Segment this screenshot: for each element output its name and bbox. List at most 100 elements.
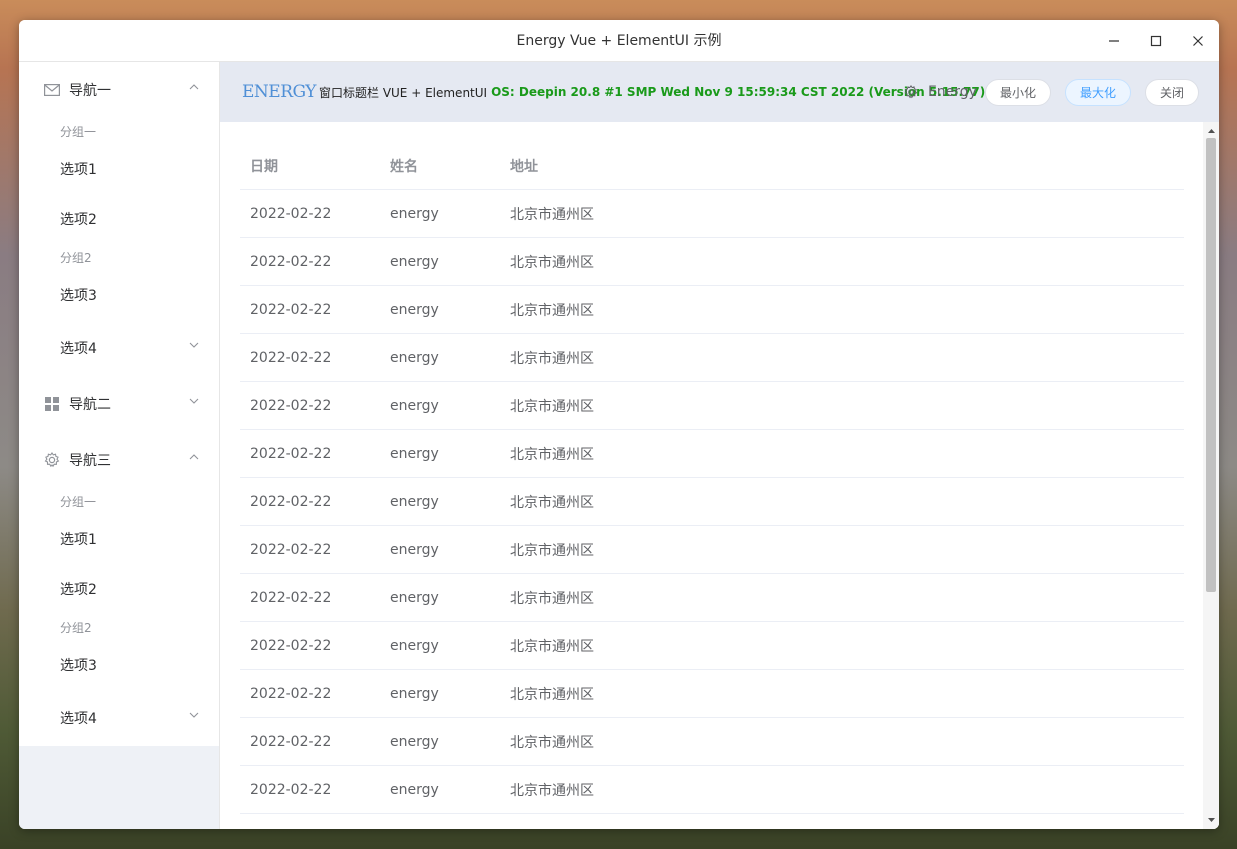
cell-date: 2022-02-22 <box>250 349 332 366</box>
table-row[interactable]: 2022-02-22 energy 北京市通州区 <box>240 286 1184 334</box>
scroll-down-icon[interactable] <box>1203 813 1219 827</box>
menu-item-option-3[interactable]: 选项3 <box>19 640 219 690</box>
table-row[interactable]: 2022-02-22 energy 北京市通州区 <box>240 478 1184 526</box>
menu-item-option-2[interactable]: 选项2 <box>19 194 219 244</box>
cell-address: 北京市通州区 <box>510 398 594 415</box>
header-label: 窗口标题栏 VUE + ElementUI <box>319 85 488 100</box>
chevron-down-icon <box>189 342 199 348</box>
chevron-up-icon <box>189 454 199 460</box>
chevron-down-icon <box>189 712 199 718</box>
cell-date: 2022-02-22 <box>250 205 332 222</box>
cell-name: energy <box>390 493 439 510</box>
cell-address: 北京市通州区 <box>510 206 594 223</box>
cell-address: 北京市通州区 <box>510 446 594 463</box>
scroll-up-icon[interactable] <box>1203 124 1219 138</box>
column-header-address[interactable]: 地址 <box>500 156 1184 176</box>
minimize-icon <box>1109 40 1119 42</box>
window-controls <box>1093 20 1219 62</box>
sidebar: 导航一 分组一 选项1 选项2 分组2 选项3 选项4 导航二 导航三 分组一 … <box>19 62 220 829</box>
user-name: Energy <box>927 84 977 100</box>
main-area: ENERGY 窗口标题栏 VUE + ElementUI OS: Deepin … <box>220 62 1219 829</box>
cell-address: 北京市通州区 <box>510 638 594 655</box>
mail-icon <box>43 81 61 99</box>
cell-name: energy <box>390 205 439 222</box>
table-header-row: 日期 姓名 地址 <box>240 142 1184 190</box>
app-header[interactable]: ENERGY 窗口标题栏 VUE + ElementUI OS: Deepin … <box>220 62 1219 122</box>
maximize-button[interactable]: 最大化 <box>1064 78 1131 106</box>
table-row[interactable]: 2022-02-22 energy 北京市通州区 <box>240 766 1184 814</box>
table-row[interactable]: 2022-02-22 energy 北京市通州区 <box>240 526 1184 574</box>
chevron-down-icon <box>189 398 199 404</box>
vertical-scrollbar[interactable] <box>1203 122 1219 829</box>
settings-gear-icon[interactable] <box>904 85 918 99</box>
cell-address: 北京市通州区 <box>510 494 594 511</box>
cell-address: 北京市通州区 <box>510 302 594 319</box>
window-title: Energy Vue + ElementUI 示例 <box>516 33 722 49</box>
table-row[interactable]: 2022-02-22 energy 北京市通州区 <box>240 334 1184 382</box>
menu-group-title: 分组一 <box>60 494 97 509</box>
submenu-option-4[interactable]: 选项4 <box>19 320 219 376</box>
menu-nav-2[interactable]: 导航二 <box>19 376 219 432</box>
menu-nav-3-label: 导航三 <box>69 453 111 469</box>
scrollbar-thumb[interactable] <box>1206 138 1216 592</box>
chevron-up-icon <box>189 84 199 90</box>
cell-name: energy <box>390 301 439 318</box>
table-body: 2022-02-22 energy 北京市通州区 2022-02-22 energy 北京… <box>240 190 1184 814</box>
cell-address: 北京市通州区 <box>510 734 594 751</box>
grid-icon <box>43 395 61 413</box>
cell-address: 北京市通州区 <box>510 686 594 703</box>
menu-item-option-1[interactable]: 选项1 <box>19 144 219 194</box>
table-row[interactable]: 2022-02-22 energy 北京市通州区 <box>240 430 1184 478</box>
menu-nav-3[interactable]: 导航三 <box>19 432 219 488</box>
cell-name: energy <box>390 637 439 654</box>
close-button[interactable]: 关闭 <box>1144 78 1199 106</box>
window-minimize-button[interactable] <box>1093 20 1135 62</box>
menu-item-option-3[interactable]: 选项3 <box>19 270 219 320</box>
cell-date: 2022-02-22 <box>250 733 332 750</box>
menu-group-title: 分组一 <box>60 124 97 139</box>
cell-name: energy <box>390 541 439 558</box>
column-header-name[interactable]: 姓名 <box>380 156 500 176</box>
cell-date: 2022-02-22 <box>250 541 332 558</box>
window-titlebar[interactable]: Energy Vue + ElementUI 示例 <box>19 20 1219 62</box>
cell-date: 2022-02-22 <box>250 781 332 798</box>
cell-date: 2022-02-22 <box>250 685 332 702</box>
menu-item-option-1[interactable]: 选项1 <box>19 514 219 564</box>
close-icon <box>1193 36 1203 46</box>
cell-name: energy <box>390 253 439 270</box>
submenu-option-4-label: 选项4 <box>60 711 97 727</box>
cell-address: 北京市通州区 <box>510 782 594 799</box>
menu-nav-1-label: 导航一 <box>69 83 111 99</box>
table-row[interactable]: 2022-02-22 energy 北京市通州区 <box>240 190 1184 238</box>
table-row[interactable]: 2022-02-22 energy 北京市通州区 <box>240 670 1184 718</box>
cell-address: 北京市通州区 <box>510 254 594 271</box>
menu-nav-1[interactable]: 导航一 <box>19 62 219 118</box>
cell-name: energy <box>390 349 439 366</box>
cell-name: energy <box>390 589 439 606</box>
table-row[interactable]: 2022-02-22 energy 北京市通州区 <box>240 574 1184 622</box>
cell-address: 北京市通州区 <box>510 542 594 559</box>
cell-name: energy <box>390 397 439 414</box>
cell-date: 2022-02-22 <box>250 397 332 414</box>
cell-address: 北京市通州区 <box>510 590 594 607</box>
minimize-button[interactable]: 最小化 <box>984 78 1051 106</box>
cell-name: energy <box>390 781 439 798</box>
menu-group-title: 分组2 <box>60 250 92 265</box>
submenu-option-4[interactable]: 选项4 <box>19 690 219 746</box>
menu-item-option-2[interactable]: 选项2 <box>19 564 219 614</box>
menu-nav-2-label: 导航二 <box>69 397 111 413</box>
cell-date: 2022-02-22 <box>250 637 332 654</box>
cell-date: 2022-02-22 <box>250 493 332 510</box>
table-row[interactable]: 2022-02-22 energy 北京市通州区 <box>240 718 1184 766</box>
window-maximize-button[interactable] <box>1135 20 1177 62</box>
window-close-button[interactable] <box>1177 20 1219 62</box>
menu-group-title: 分组2 <box>60 620 92 635</box>
header-actions: Energy 最小化 最大化 关闭 <box>904 62 1199 122</box>
column-header-date[interactable]: 日期 <box>240 156 380 176</box>
table-row[interactable]: 2022-02-22 energy 北京市通州区 <box>240 622 1184 670</box>
cell-name: energy <box>390 733 439 750</box>
table-row[interactable]: 2022-02-22 energy 北京市通州区 <box>240 238 1184 286</box>
table-row[interactable]: 2022-02-22 energy 北京市通州区 <box>240 382 1184 430</box>
cell-date: 2022-02-22 <box>250 301 332 318</box>
maximize-icon <box>1150 35 1162 47</box>
